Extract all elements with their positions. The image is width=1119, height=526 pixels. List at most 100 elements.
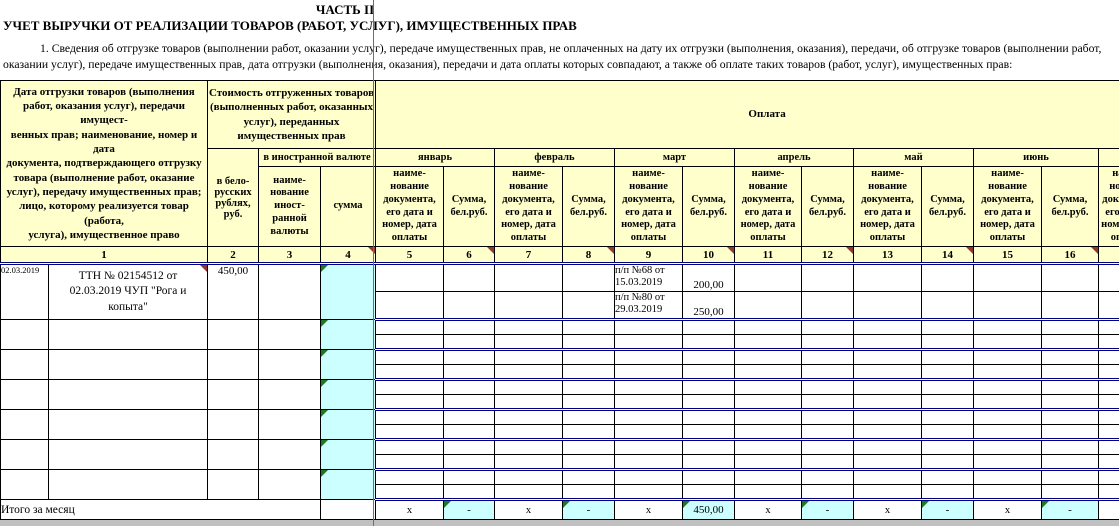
cell-empty[interactable]	[683, 470, 735, 485]
jan-doc-cell[interactable]	[376, 264, 444, 292]
currency-sum-cell[interactable]	[321, 440, 376, 470]
cell-empty[interactable]	[563, 470, 615, 485]
cell-empty[interactable]	[444, 350, 495, 365]
amount-byn-cell[interactable]	[208, 470, 259, 500]
cell-empty[interactable]	[615, 425, 683, 440]
currency-sum-cell[interactable]	[321, 350, 376, 380]
apr-sum-cell[interactable]	[802, 264, 854, 292]
cell-empty[interactable]	[974, 455, 1042, 470]
cell-empty[interactable]	[735, 365, 802, 380]
cell-empty[interactable]	[376, 485, 444, 500]
cell-empty[interactable]	[615, 335, 683, 350]
jun-sum-cell[interactable]	[1042, 264, 1099, 292]
cell-empty[interactable]	[974, 395, 1042, 410]
apr-doc-cell[interactable]	[735, 292, 802, 320]
cell-empty[interactable]	[974, 350, 1042, 365]
cell-empty[interactable]	[376, 365, 444, 380]
cell-empty[interactable]	[854, 380, 922, 395]
cell-empty[interactable]	[683, 350, 735, 365]
shipment-date-cell[interactable]	[1, 440, 49, 470]
cell-empty[interactable]	[615, 380, 683, 395]
currency-name-cell[interactable]	[259, 350, 321, 380]
jun-sum-cell[interactable]	[1042, 292, 1099, 320]
totals-currency-sum-cell[interactable]	[321, 500, 376, 520]
cell-empty[interactable]	[735, 320, 802, 335]
cell-empty[interactable]	[683, 380, 735, 395]
mar-doc-cell[interactable]: п/п №68 от 15.03.2019	[615, 264, 683, 292]
cell-empty[interactable]	[1099, 320, 1119, 335]
currency-name-cell[interactable]	[259, 440, 321, 470]
cell-empty[interactable]	[854, 395, 922, 410]
cell-empty[interactable]	[563, 425, 615, 440]
cell-empty[interactable]	[802, 410, 854, 425]
cell-empty[interactable]	[563, 410, 615, 425]
cell-empty[interactable]	[802, 485, 854, 500]
cell-empty[interactable]	[802, 350, 854, 365]
amount-byn-cell[interactable]	[208, 350, 259, 380]
cell-empty[interactable]	[615, 395, 683, 410]
may-doc-cell[interactable]	[854, 264, 922, 292]
cell-empty[interactable]	[922, 485, 974, 500]
totals-partial-cell[interactable]: х	[1099, 500, 1119, 520]
totals-mar-cell[interactable]: 450,00	[683, 500, 735, 520]
cell-empty[interactable]	[1042, 335, 1099, 350]
cell-empty[interactable]	[922, 455, 974, 470]
freeze-pane-divider[interactable]	[373, 0, 374, 526]
cell-empty[interactable]	[974, 440, 1042, 455]
may-sum-cell[interactable]	[922, 292, 974, 320]
cell-empty[interactable]	[735, 470, 802, 485]
cell-empty[interactable]	[735, 410, 802, 425]
cell-empty[interactable]	[802, 470, 854, 485]
cell-empty[interactable]	[922, 395, 974, 410]
cell-empty[interactable]	[1042, 425, 1099, 440]
cell-empty[interactable]	[376, 335, 444, 350]
cell-empty[interactable]	[444, 380, 495, 395]
cell-empty[interactable]	[495, 425, 563, 440]
cell-empty[interactable]	[444, 320, 495, 335]
cell-empty[interactable]	[1042, 410, 1099, 425]
cell-empty[interactable]	[922, 440, 974, 455]
totals-feb-cell[interactable]: -	[563, 500, 615, 520]
cell-empty[interactable]	[974, 410, 1042, 425]
cell-empty[interactable]	[922, 335, 974, 350]
cell-empty[interactable]	[1042, 395, 1099, 410]
cell-empty[interactable]	[854, 485, 922, 500]
partial-doc-cell[interactable]	[1099, 292, 1119, 320]
cell-empty[interactable]	[922, 410, 974, 425]
cell-empty[interactable]	[495, 470, 563, 485]
cell-empty[interactable]	[854, 455, 922, 470]
cell-empty[interactable]	[735, 395, 802, 410]
cell-empty[interactable]	[735, 455, 802, 470]
jan-doc-cell[interactable]	[376, 292, 444, 320]
cell-empty[interactable]	[974, 485, 1042, 500]
currency-sum-cell[interactable]	[321, 470, 376, 500]
cell-empty[interactable]	[683, 425, 735, 440]
cell-empty[interactable]	[683, 365, 735, 380]
cell-empty[interactable]	[376, 440, 444, 455]
cell-empty[interactable]	[376, 320, 444, 335]
cell-empty[interactable]	[802, 335, 854, 350]
totals-x-cell[interactable]: х	[974, 500, 1042, 520]
currency-sum-cell[interactable]	[321, 320, 376, 350]
cell-empty[interactable]	[854, 440, 922, 455]
currency-name-cell[interactable]	[259, 410, 321, 440]
cell-empty[interactable]	[615, 440, 683, 455]
cell-empty[interactable]	[495, 350, 563, 365]
totals-x-cell[interactable]: х	[615, 500, 683, 520]
amount-byn-cell[interactable]	[208, 410, 259, 440]
cell-empty[interactable]	[854, 335, 922, 350]
shipment-date-cell[interactable]	[1, 410, 49, 440]
cell-empty[interactable]	[1099, 410, 1119, 425]
cell-empty[interactable]	[376, 350, 444, 365]
may-doc-cell[interactable]	[854, 292, 922, 320]
cell-empty[interactable]	[1099, 350, 1119, 365]
cell-empty[interactable]	[974, 335, 1042, 350]
cell-empty[interactable]	[683, 320, 735, 335]
cell-empty[interactable]	[495, 410, 563, 425]
cell-empty[interactable]	[1099, 470, 1119, 485]
cell-empty[interactable]	[495, 320, 563, 335]
cell-empty[interactable]	[735, 425, 802, 440]
cell-empty[interactable]	[563, 395, 615, 410]
cell-empty[interactable]	[615, 470, 683, 485]
cell-empty[interactable]	[1099, 455, 1119, 470]
